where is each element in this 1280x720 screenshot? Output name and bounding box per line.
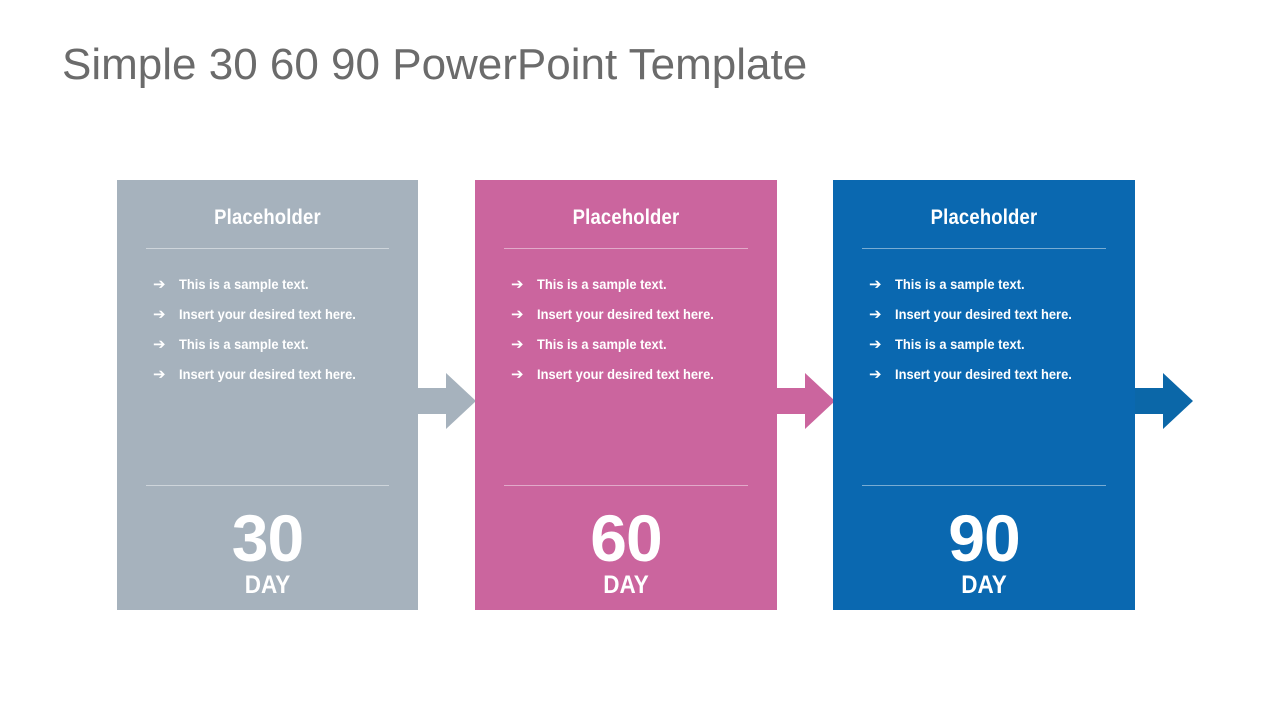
arrow-bullet-icon: ➔ [869, 366, 882, 383]
right-arrow-icon [418, 373, 476, 429]
arrow-bullet-icon: ➔ [153, 306, 166, 323]
arrow-bullet-icon: ➔ [153, 336, 166, 353]
list-item: ➔ This is a sample text. [511, 276, 765, 306]
list-item-label: This is a sample text. [895, 276, 1025, 292]
card-day-label: DAY [244, 571, 291, 599]
flow-arrow-30-to-60 [418, 371, 476, 431]
list-item: ➔ This is a sample text. [153, 276, 406, 306]
card-top-divider [146, 248, 389, 249]
list-item-label: This is a sample text. [537, 336, 667, 352]
list-item-label: Insert your desired text here. [537, 366, 714, 382]
card-bullet-list: ➔ This is a sample text. ➔ Insert your d… [869, 276, 1123, 396]
timeline-card-90[interactable]: Placeholder ➔ This is a sample text. ➔ I… [833, 180, 1135, 610]
list-item-label: Insert your desired text here. [537, 306, 714, 322]
arrow-bullet-icon: ➔ [869, 306, 882, 323]
card-bullet-list: ➔ This is a sample text. ➔ Insert your d… [153, 276, 406, 396]
right-arrow-icon [777, 373, 835, 429]
card-heading: Placeholder [930, 206, 1038, 229]
list-item-label: Insert your desired text here. [895, 306, 1072, 322]
card-top-divider [504, 248, 748, 249]
arrow-bullet-icon: ➔ [511, 336, 524, 353]
list-item-label: This is a sample text. [179, 336, 309, 352]
arrow-bullet-icon: ➔ [869, 276, 882, 293]
card-day-label: DAY [961, 571, 1007, 599]
arrow-bullet-icon: ➔ [153, 366, 166, 383]
card-heading: Placeholder [572, 206, 680, 229]
arrow-bullet-icon: ➔ [153, 276, 166, 293]
card-bottom-divider [862, 485, 1106, 486]
card-top-divider [862, 248, 1106, 249]
list-item-label: Insert your desired text here. [895, 366, 1072, 382]
list-item: ➔ Insert your desired text here. [153, 366, 406, 396]
right-arrow-icon [1135, 373, 1193, 429]
card-bottom-divider [146, 485, 389, 486]
list-item-label: This is a sample text. [895, 336, 1025, 352]
arrow-bullet-icon: ➔ [869, 336, 882, 353]
timeline-card-60[interactable]: Placeholder ➔ This is a sample text. ➔ I… [475, 180, 777, 610]
list-item: ➔ This is a sample text. [869, 276, 1123, 306]
card-day-label: DAY [603, 571, 649, 599]
list-item: ➔ This is a sample text. [869, 336, 1123, 366]
list-item-label: This is a sample text. [179, 276, 309, 292]
flow-arrow-90-end [1135, 371, 1193, 431]
timeline-card-30[interactable]: Placeholder ➔ This is a sample text. ➔ I… [117, 180, 418, 610]
list-item: ➔ This is a sample text. [153, 336, 406, 366]
card-bottom-divider [504, 485, 748, 486]
card-number: 30 [231, 501, 304, 575]
list-item: ➔ Insert your desired text here. [153, 306, 406, 336]
list-item-label: Insert your desired text here. [179, 366, 356, 382]
list-item: ➔ Insert your desired text here. [511, 306, 765, 336]
card-number: 60 [590, 501, 662, 575]
list-item-label: This is a sample text. [537, 276, 667, 292]
arrow-bullet-icon: ➔ [511, 366, 524, 383]
list-item: ➔ Insert your desired text here. [869, 306, 1123, 336]
arrow-bullet-icon: ➔ [511, 306, 524, 323]
list-item: ➔ Insert your desired text here. [869, 366, 1123, 396]
list-item: ➔ Insert your desired text here. [511, 366, 765, 396]
card-bullet-list: ➔ This is a sample text. ➔ Insert your d… [511, 276, 765, 396]
slide-canvas: Simple 30 60 90 PowerPoint Template Plac… [0, 0, 1280, 720]
list-item: ➔ This is a sample text. [511, 336, 765, 366]
page-title: Simple 30 60 90 PowerPoint Template [62, 40, 808, 89]
list-item-label: Insert your desired text here. [179, 306, 356, 322]
arrow-bullet-icon: ➔ [511, 276, 524, 293]
card-number: 90 [948, 501, 1020, 575]
flow-arrow-60-to-90 [777, 371, 835, 431]
card-heading: Placeholder [214, 206, 321, 229]
